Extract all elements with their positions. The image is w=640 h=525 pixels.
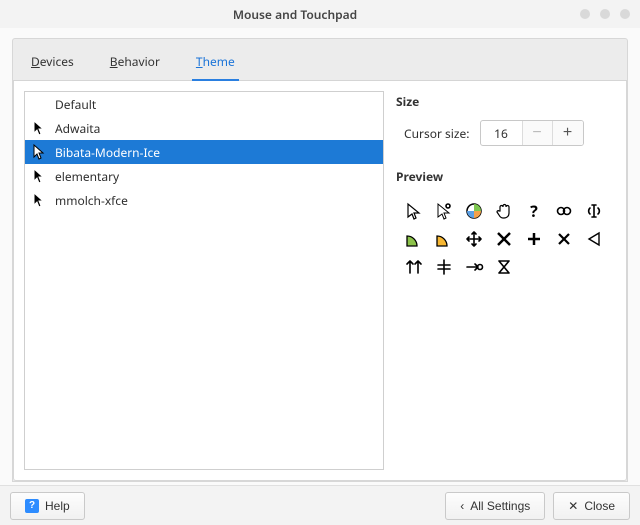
svg-text:?: ? (530, 201, 538, 221)
theme-row[interactable]: mmolch-xfce (25, 188, 383, 212)
tab-behavior[interactable]: Behavior (108, 49, 162, 80)
plus-cursor-icon (522, 227, 546, 251)
select-cursor-icon (432, 199, 456, 223)
back-chevron-icon: ‹ (460, 499, 464, 513)
cursor-size-decrease-button[interactable]: − (523, 121, 553, 145)
close-button[interactable]: ✕ Close (553, 492, 630, 520)
size-section-title: Size (396, 93, 616, 110)
help-button-label: Help (45, 499, 70, 513)
pointer-cursor-icon (402, 199, 426, 223)
all-settings-button[interactable]: ‹ All Settings (445, 492, 545, 520)
theme-name-label: mmolch-xfce (55, 192, 128, 209)
theme-name-label: Adwaita (55, 120, 100, 137)
window-titlebar: Mouse and Touchpad (0, 0, 640, 28)
help-button[interactable]: ? Help (10, 492, 85, 520)
link-cursor-icon (552, 199, 576, 223)
cursor-preview-grid: ? (396, 195, 616, 279)
help-cursor-icon: ? (522, 199, 546, 223)
move-cursor-icon (462, 227, 486, 251)
theme-name-label: Bibata-Modern-Ice (55, 144, 160, 161)
cursor-preview-icon (33, 144, 47, 160)
window-minimize-button[interactable] (580, 9, 590, 19)
window-controls (580, 9, 630, 19)
cross-cursor-icon (552, 227, 576, 251)
window-maximize-button[interactable] (600, 9, 610, 19)
tab-devices[interactable]: Devices (29, 49, 76, 80)
cursor-preview-icon (33, 192, 47, 208)
tab-area: Devices Behavior Theme Default Adwaita B… (12, 38, 628, 482)
theme-list[interactable]: Default Adwaita Bibata-Modern-Ice elemen… (24, 91, 384, 470)
theme-row[interactable]: elementary (25, 164, 383, 188)
window-close-button[interactable] (620, 9, 630, 19)
close-icon: ✕ (568, 499, 578, 513)
hourglass-cursor-icon (492, 255, 516, 279)
play-left-cursor-icon (582, 227, 606, 251)
cursor-size-row: Cursor size: 16 − + (396, 120, 616, 146)
cursor-size-stepper[interactable]: 16 − + (480, 120, 584, 146)
cursor-preview-icon (33, 168, 47, 184)
cursor-size-increase-button[interactable]: + (553, 121, 583, 145)
close-button-label: Close (584, 499, 615, 513)
corner-green-cursor-icon (402, 227, 426, 251)
all-settings-label: All Settings (470, 499, 530, 513)
text-i-cursor-icon (582, 199, 606, 223)
corner-yellow-cursor-icon (432, 227, 456, 251)
help-icon: ? (25, 499, 39, 513)
arrow-right-cursor-icon (462, 255, 486, 279)
theme-row[interactable]: Adwaita (25, 116, 383, 140)
theme-row[interactable]: Bibata-Modern-Ice (25, 140, 383, 164)
dialog-footer: ? Help ‹ All Settings ✕ Close (0, 485, 640, 525)
cursor-size-value: 16 (481, 121, 523, 145)
wait-circle-cursor-icon (462, 199, 486, 223)
theme-row[interactable]: Default (25, 92, 383, 116)
theme-side-panel: Size Cursor size: 16 − + Preview ? (396, 91, 616, 470)
tabbar: Devices Behavior Theme (13, 39, 627, 81)
cursor-size-label: Cursor size: (404, 125, 470, 142)
tab-theme[interactable]: Theme (194, 49, 237, 80)
window-title: Mouse and Touchpad (10, 6, 580, 23)
cursor-preview-icon (33, 120, 47, 136)
theme-name-label: elementary (55, 168, 119, 185)
split-v-cursor-icon (432, 255, 456, 279)
hand-cursor-icon (492, 199, 516, 223)
preview-section-title: Preview (396, 168, 616, 185)
theme-name-label: Default (55, 96, 96, 113)
theme-panel: Default Adwaita Bibata-Modern-Ice elemen… (13, 81, 627, 481)
split-h-cursor-icon (402, 255, 426, 279)
not-allowed-cursor-icon (492, 227, 516, 251)
